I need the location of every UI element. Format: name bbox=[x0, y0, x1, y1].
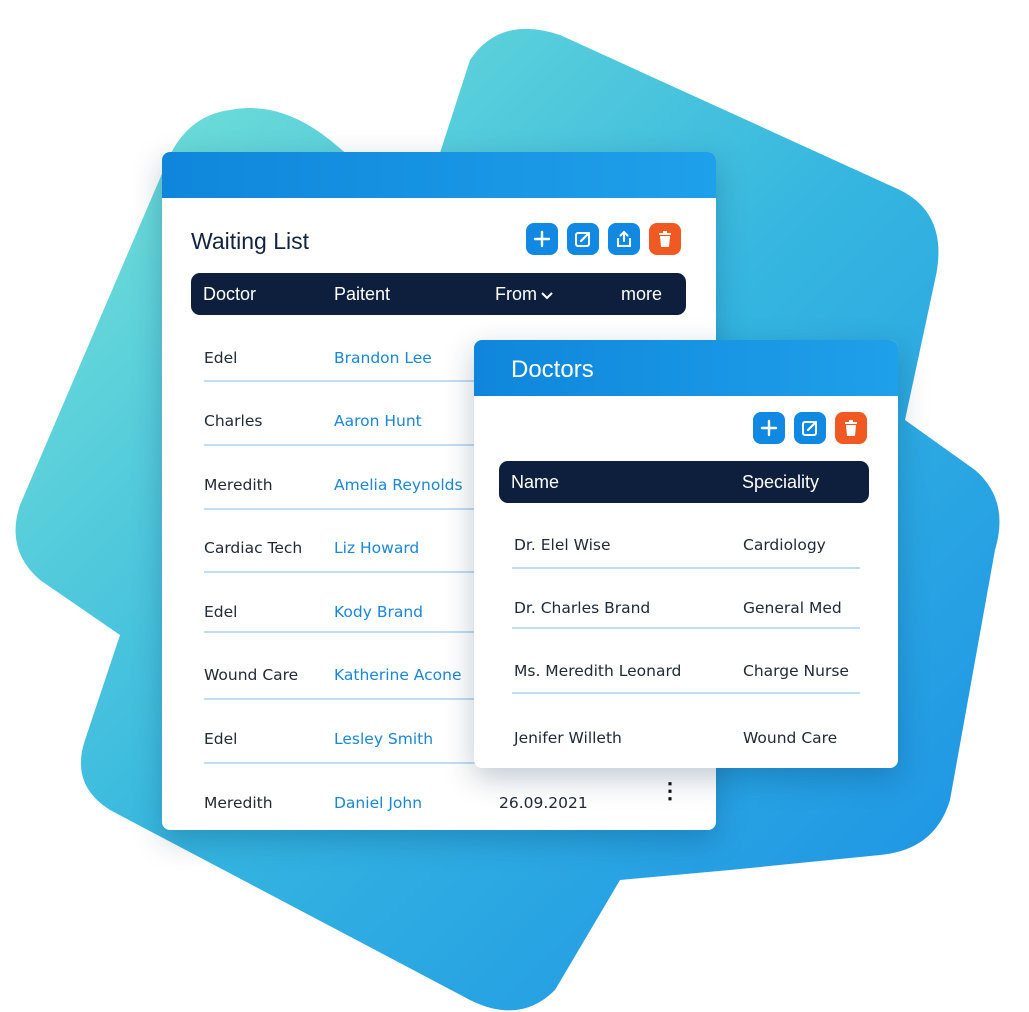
row-divider bbox=[512, 627, 860, 629]
doctor-name: Dr. Elel Wise bbox=[514, 536, 611, 554]
doctor-cell: Edel bbox=[204, 603, 238, 621]
doctor-cell: Edel bbox=[204, 730, 238, 748]
column-header-patient: Paitent bbox=[334, 284, 391, 304]
add-button[interactable] bbox=[526, 223, 558, 255]
doctor-cell: Meredith bbox=[204, 476, 273, 494]
edit-icon bbox=[575, 231, 591, 247]
doctor-cell: Wound Care bbox=[204, 666, 299, 684]
doctor-name: Ms. Meredith Leonard bbox=[514, 662, 682, 680]
patient-link[interactable]: Brandon Lee bbox=[334, 349, 432, 367]
column-header-from[interactable]: From bbox=[495, 284, 554, 305]
patient-link[interactable]: Katherine Acone bbox=[334, 666, 462, 684]
doctor-speciality: General Med bbox=[743, 599, 842, 617]
doctor-name: Jenifer Willeth bbox=[514, 729, 622, 747]
chevron-down-icon bbox=[541, 292, 553, 300]
doctor-speciality: Charge Nurse bbox=[743, 662, 849, 680]
doctors-title: Doctors bbox=[511, 356, 594, 383]
doctor-cell: Charles bbox=[204, 412, 263, 430]
patient-link[interactable]: Amelia Reynolds bbox=[334, 476, 463, 494]
row-divider bbox=[512, 567, 860, 569]
patient-link[interactable]: Aaron Hunt bbox=[334, 412, 422, 430]
plus-icon bbox=[533, 230, 551, 248]
row-divider bbox=[512, 692, 860, 694]
date-cell: 26.09.2021 bbox=[499, 794, 588, 812]
column-header-doctor: Doctor bbox=[203, 284, 257, 304]
doctors-table-header: Name Speciality bbox=[499, 461, 869, 503]
doctor-speciality: Wound Care bbox=[743, 729, 838, 747]
patient-link[interactable]: Daniel John bbox=[334, 794, 422, 812]
edit-icon bbox=[802, 420, 818, 436]
waiting-list-header-bar bbox=[162, 152, 716, 198]
list-item[interactable]: Dr. Elel Wise Cardiology bbox=[512, 512, 858, 575]
delete-doctor-button[interactable] bbox=[835, 412, 867, 444]
doctors-card: Doctors Name Speciality Dr. Elel Wise Car… bbox=[474, 340, 898, 768]
waiting-list-title: Waiting List bbox=[191, 228, 310, 254]
doctor-speciality: Cardiology bbox=[743, 536, 826, 554]
list-item[interactable]: Jenifer Willeth Wound Care bbox=[512, 705, 858, 768]
more-options-icon[interactable]: ⋮ bbox=[659, 780, 681, 802]
share-icon bbox=[617, 230, 631, 247]
doctor-cell: Cardiac Tech bbox=[204, 539, 303, 557]
patient-link[interactable]: Lesley Smith bbox=[334, 730, 433, 748]
waiting-list-table-header: Doctor Paitent From more bbox=[191, 273, 686, 315]
delete-button[interactable] bbox=[649, 223, 681, 255]
plus-icon bbox=[760, 419, 778, 437]
doctor-name: Dr. Charles Brand bbox=[514, 599, 651, 617]
patient-link[interactable]: Kody Brand bbox=[334, 603, 423, 621]
add-doctor-button[interactable] bbox=[753, 412, 785, 444]
column-header-speciality: Speciality bbox=[742, 472, 820, 492]
doctors-header-bar: Doctors bbox=[474, 340, 898, 396]
column-header-name: Name bbox=[511, 472, 560, 492]
edit-doctor-button[interactable] bbox=[794, 412, 826, 444]
doctors-toolbar bbox=[753, 412, 867, 444]
share-button[interactable] bbox=[608, 223, 640, 255]
waiting-list-toolbar bbox=[526, 223, 681, 255]
edit-button[interactable] bbox=[567, 223, 599, 255]
column-header-from-label: From bbox=[495, 284, 537, 304]
patient-link[interactable]: Liz Howard bbox=[334, 539, 419, 557]
table-row[interactable]: Meredith Daniel John 26.09.2021 bbox=[204, 769, 685, 830]
doctor-cell: Meredith bbox=[204, 794, 273, 812]
trash-icon bbox=[845, 420, 857, 436]
trash-icon bbox=[659, 231, 671, 247]
doctor-cell: Edel bbox=[204, 349, 238, 367]
column-header-more: more bbox=[621, 284, 663, 304]
